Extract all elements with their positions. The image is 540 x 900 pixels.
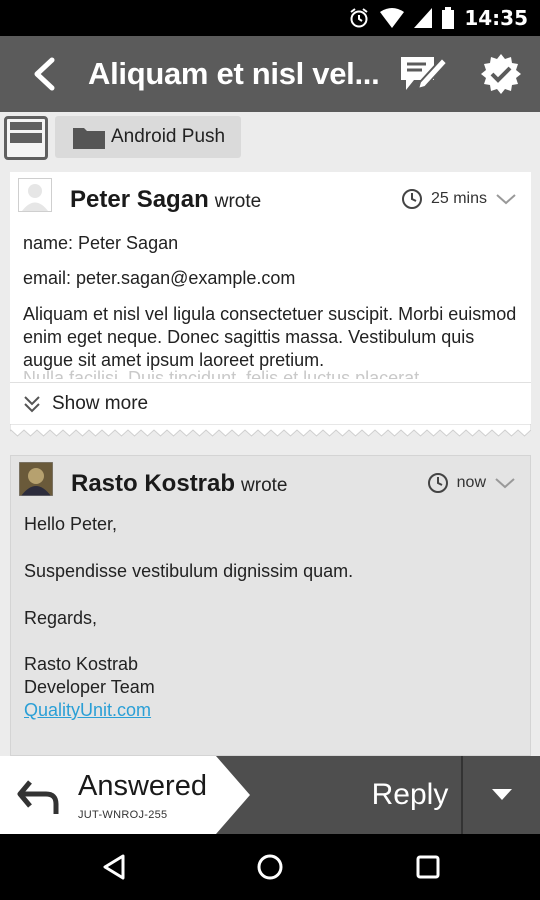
- wrote-label: wrote: [241, 475, 288, 496]
- message-card: Peter Sagan wrote 25 mins name: Peter Sag…: [10, 172, 531, 424]
- show-more-label: Show more: [52, 392, 149, 414]
- reply-button[interactable]: Reply: [360, 756, 460, 834]
- wifi-icon: [380, 8, 405, 28]
- layout-bar: [10, 133, 42, 143]
- folder-chip[interactable]: Android Push: [55, 116, 241, 158]
- ticket-code: JUT-WNROJ-255: [78, 809, 168, 821]
- layout-top-bar: [10, 122, 42, 130]
- message-line-email: email: peter.sagan@example.com: [23, 268, 296, 288]
- nav-recents-button[interactable]: [408, 847, 448, 887]
- folder-toolbar: Android Push: [0, 112, 540, 166]
- signature-link[interactable]: QualityUnit.com: [24, 700, 151, 721]
- nav-home-button[interactable]: [250, 847, 290, 887]
- message-sender: Rasto Kostrab wrote: [71, 470, 288, 498]
- edit-button[interactable]: [384, 36, 462, 112]
- wrote-label: wrote: [214, 191, 262, 212]
- reply-arrow-icon: [17, 780, 59, 814]
- message-time[interactable]: 25 mins: [401, 188, 517, 210]
- back-arrow-icon: [34, 57, 55, 91]
- status-time: 14:35: [464, 6, 528, 30]
- message-time-label: now: [456, 474, 486, 491]
- message-line-name: name: Peter Sagan: [23, 233, 179, 253]
- user-avatar: [19, 462, 53, 496]
- message-body-cut: Nulla facilisi. Duis tincidunt, felis et…: [23, 368, 420, 379]
- badge-check-icon: [481, 54, 521, 94]
- nav-home-icon: [257, 854, 283, 880]
- message-regards: Regards,: [24, 608, 98, 628]
- battery-icon: [442, 7, 455, 29]
- message-greeting: Hello Peter,: [24, 514, 118, 534]
- signature-name: Rasto Kostrab: [24, 654, 139, 674]
- chevron-down-icon: [496, 194, 516, 205]
- signature-team: Developer Team: [24, 677, 155, 697]
- back-button[interactable]: [0, 36, 88, 112]
- action-bar: Aliquam et nisl vel...: [0, 36, 540, 112]
- double-chevron-down-icon: [24, 395, 40, 412]
- signal-icon: [414, 8, 433, 28]
- default-avatar-icon: [18, 178, 52, 212]
- nav-back-icon: [103, 854, 125, 880]
- settings-button[interactable]: [462, 36, 540, 112]
- navigation-bar: [0, 834, 540, 900]
- show-more-button[interactable]: Show more: [10, 382, 531, 424]
- sender-name: Peter Sagan: [70, 186, 209, 213]
- more-options-button[interactable]: [463, 756, 540, 834]
- message-text: Suspendisse vestibulum dignissim quam.: [24, 561, 354, 581]
- caret-down-icon: [491, 789, 512, 800]
- alarm-icon: [350, 8, 368, 28]
- status-bar: 14:35: [0, 0, 540, 36]
- ticket-status-label: Answered: [78, 770, 207, 802]
- ticket-action-bar: Answered JUT-WNROJ-255 Reply: [0, 756, 540, 834]
- clock-icon: [401, 189, 422, 209]
- message-time[interactable]: now: [427, 472, 516, 494]
- sender-name: Rasto Kostrab: [71, 470, 236, 497]
- message-sender: Peter Sagan wrote: [70, 186, 261, 214]
- reply-label: Reply: [371, 778, 449, 811]
- message-time-label: 25 mins: [430, 190, 487, 207]
- compose-note-icon: [401, 56, 448, 91]
- torn-edge: [10, 424, 531, 437]
- message-card: Rasto Kostrab wrote now Hello Peter, Susp…: [10, 455, 531, 756]
- chevron-down-icon: [495, 478, 515, 489]
- ticket-status[interactable]: Answered JUT-WNROJ-255: [0, 756, 250, 834]
- folder-icon: [73, 128, 105, 149]
- message-body: Aliquam et nisl vel ligula consectetuer …: [23, 304, 517, 370]
- nav-back-button[interactable]: [94, 847, 134, 887]
- page-title: Aliquam et nisl vel...: [88, 56, 380, 91]
- nav-recents-icon: [416, 855, 440, 879]
- clock-icon: [427, 473, 448, 493]
- folder-label: Android Push: [111, 126, 226, 147]
- layout-toggle-button[interactable]: [4, 116, 48, 160]
